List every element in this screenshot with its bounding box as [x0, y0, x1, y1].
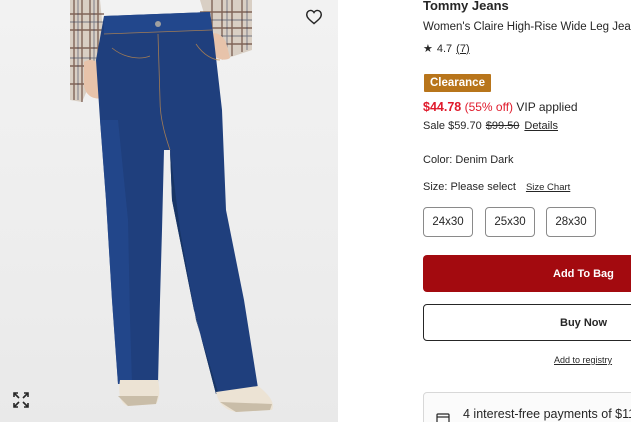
add-to-bag-button[interactable]: Add To Bag [423, 255, 631, 292]
original-price: $99.50 [485, 120, 520, 132]
percent-off: (55% off) [464, 100, 514, 114]
wishlist-button[interactable] [302, 6, 326, 28]
product-photo-jeans [70, 0, 273, 412]
product-rating[interactable]: ★ 4.7 (7) [423, 42, 470, 56]
brand-name[interactable]: Tommy Jeans [423, 0, 509, 13]
heart-outline-icon [305, 9, 323, 25]
clearance-badge: Clearance [424, 74, 491, 92]
buy-now-button[interactable]: Buy Now [423, 304, 631, 341]
review-count-link[interactable]: (7) [456, 43, 469, 55]
installment-payment-box[interactable]: 4 interest-free payments of $11 [423, 392, 631, 422]
size-label: Size: Please select [423, 181, 516, 193]
vip-applied-text: VIP applied [516, 100, 578, 114]
payment-card-icon [436, 413, 450, 422]
product-title: Women's Claire High-Rise Wide Leg Jeans [423, 21, 631, 33]
size-selection-row: Size: Please select Size Chart [423, 181, 570, 193]
size-option-25x30[interactable]: 25x30 [485, 207, 535, 237]
installment-text: 4 interest-free payments of $11 [463, 407, 631, 421]
expand-image-button[interactable] [10, 389, 32, 411]
size-option-28x30[interactable]: 28x30 [546, 207, 596, 237]
size-chart-link[interactable]: Size Chart [526, 182, 570, 193]
rating-value: 4.7 [436, 42, 453, 55]
star-icon: ★ [423, 43, 433, 55]
color-label: Color: Denim Dark [423, 154, 514, 166]
add-to-registry-link[interactable]: Add to registry [554, 355, 612, 365]
expand-arrows-icon [13, 392, 29, 408]
size-option-24x30[interactable]: 24x30 [423, 207, 473, 237]
price-line: $44.78 (55% off) VIP applied [423, 100, 578, 114]
sale-price: $44.78 [423, 100, 462, 114]
jeans [96, 12, 258, 394]
price-details-link[interactable]: Details [524, 120, 558, 132]
sale-label: Sale $59.70 [423, 120, 482, 132]
sale-price-line: Sale $59.70 $99.50 Details [423, 120, 558, 132]
product-image-panel[interactable] [0, 0, 338, 422]
